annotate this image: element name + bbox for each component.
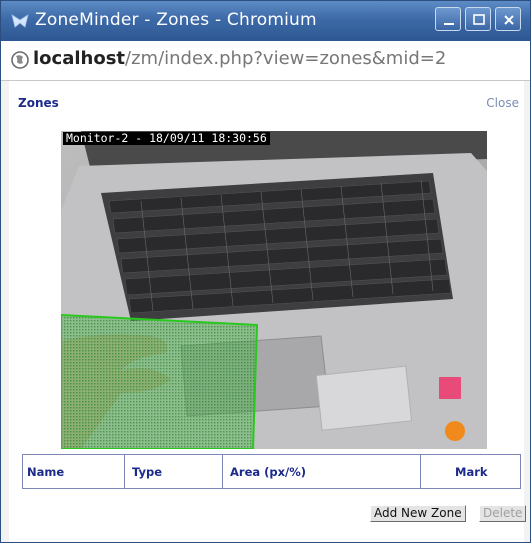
column-header-type: Type: [132, 465, 163, 479]
close-window-button[interactable]: [495, 7, 521, 31]
column-header-area: Area (px/%): [230, 465, 307, 479]
column-divider: [124, 455, 125, 488]
maximize-icon: [473, 14, 485, 25]
globe-icon: [11, 51, 29, 69]
url-host: localhost: [33, 48, 126, 69]
add-new-zone-button[interactable]: Add New Zone: [370, 505, 466, 522]
ubuntu-logo: [445, 421, 465, 441]
laptop-sticker: [315, 365, 413, 431]
page-title: Zones: [18, 96, 59, 110]
window-title: ZoneMinder - Zones - Chromium: [35, 10, 317, 30]
minimize-button[interactable]: [435, 7, 461, 31]
zoneminder-app-icon: [11, 14, 29, 28]
zones-table: Name Type Area (px/%) Mark: [22, 454, 521, 489]
camera-frame: [61, 131, 487, 449]
camera-image[interactable]: Monitor-2 - 18/09/11 18:30:56: [61, 131, 487, 449]
delete-button[interactable]: Delete: [479, 505, 527, 522]
camera-timestamp: Monitor-2 - 18/09/11 18:30:56: [63, 132, 270, 145]
column-divider: [420, 455, 421, 488]
close-icon: [504, 15, 514, 25]
url-path: /zm/index.php?view=zones&mid=2: [125, 48, 447, 69]
minimize-icon: [444, 23, 454, 25]
browser-window: ZoneMinder - Zones - Chromium localhost/…: [0, 0, 531, 543]
zone-overlay[interactable]: [61, 313, 259, 449]
address-bar[interactable]: localhost/zm/index.php?view=zones&mid=2: [1, 41, 530, 81]
title-bar[interactable]: ZoneMinder - Zones - Chromium: [1, 1, 530, 41]
column-divider: [222, 455, 223, 488]
close-link[interactable]: Close: [486, 96, 519, 110]
column-header-name: Name: [27, 465, 65, 479]
page-content: Zones Close Monitor-2 - 18/09/11 18:30:5…: [9, 81, 527, 542]
sticker-logo: [439, 377, 461, 399]
maximize-button[interactable]: [465, 7, 491, 31]
column-header-mark: Mark: [455, 465, 488, 479]
url-text[interactable]: localhost/zm/index.php?view=zones&mid=2: [33, 48, 446, 69]
